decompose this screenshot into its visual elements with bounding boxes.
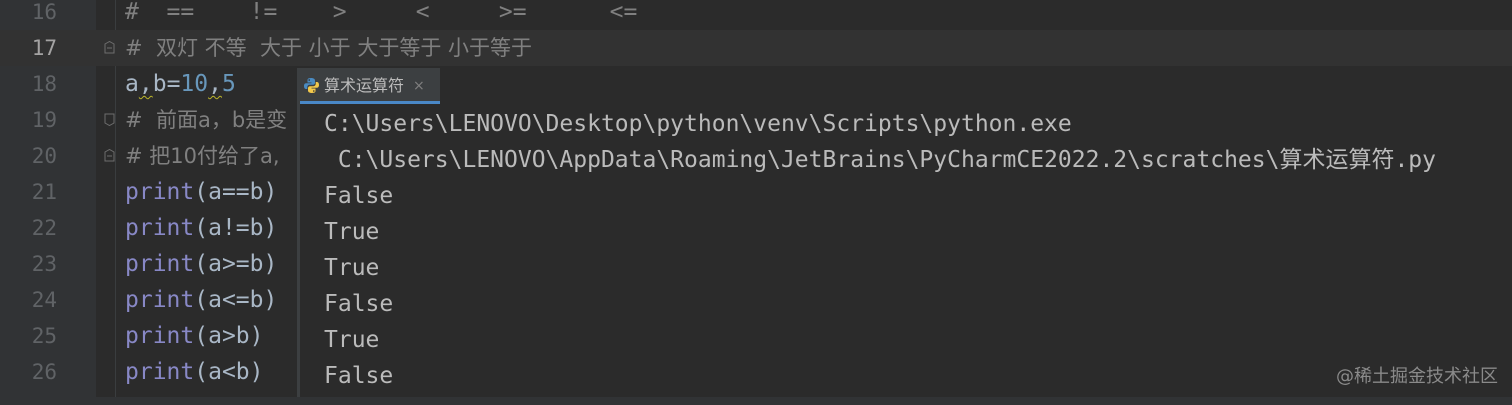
output-line: False xyxy=(324,291,394,317)
code-number: 5 xyxy=(221,71,236,97)
code-print-call: print(a>=b) xyxy=(125,246,277,282)
code-editor[interactable]: 16 # == != > < >= <= 17 # 双灯 不等 大于 小于 大于… xyxy=(0,0,1512,405)
watermark: @稀土掘金技术社区 xyxy=(1336,366,1498,387)
line-number: 19 xyxy=(31,108,57,132)
line-number: 18 xyxy=(31,72,57,96)
code-builtin: print xyxy=(125,251,195,277)
code-print-call: print(a!=b) xyxy=(125,210,277,246)
code-token: b= xyxy=(152,71,181,97)
output-line: True xyxy=(324,255,380,281)
code-token: , xyxy=(208,71,222,97)
popup-header: 算术运算符 × xyxy=(300,68,1512,104)
code-comment: # 双灯 不等 大于 小于 大于等于 小于等于 xyxy=(125,36,532,60)
code-args: (a>b) xyxy=(194,323,264,349)
output-line: False xyxy=(324,183,394,209)
code-builtin: print xyxy=(125,323,195,349)
code-builtin: print xyxy=(125,359,195,385)
code-comment: # 把10付给了a, xyxy=(125,144,280,168)
code-token: , xyxy=(138,71,153,97)
run-tab-label: 算术运算符 xyxy=(324,76,405,95)
code-args: (a<b) xyxy=(194,359,264,385)
fold-marker-icon[interactable] xyxy=(104,149,115,162)
code-line[interactable]: 16 # == != > < >= <= xyxy=(0,0,1512,30)
output-line: True xyxy=(324,327,380,353)
code-args: (a>=b) xyxy=(194,251,278,277)
output-line: True xyxy=(324,219,380,245)
code-args: (a<=b) xyxy=(194,287,278,313)
line-number: 22 xyxy=(31,216,57,240)
code-token: a xyxy=(125,71,139,97)
fold-marker-icon[interactable] xyxy=(104,41,115,54)
code-print-call: print(a==b) xyxy=(125,174,277,210)
code-args: (a==b) xyxy=(194,179,278,205)
output-line: C:\Users\LENOVO\AppData\Roaming\JetBrain… xyxy=(324,147,1436,173)
code-print-call: print(a>b) xyxy=(125,318,264,354)
output-line: C:\Users\LENOVO\Desktop\python\venv\Scri… xyxy=(324,111,1072,137)
code-builtin: print xyxy=(125,179,195,205)
line-number: 16 xyxy=(31,0,57,24)
code-builtin: print xyxy=(125,215,195,241)
line-number: 25 xyxy=(31,324,57,348)
editor-bottom-edge xyxy=(0,397,1512,405)
code-line-current[interactable]: 17 # 双灯 不等 大于 小于 大于等于 小于等于 xyxy=(0,30,1512,66)
line-number: 21 xyxy=(31,180,57,204)
code-builtin: print xyxy=(125,287,195,313)
line-number: 17 xyxy=(31,36,57,60)
code-args: (a!=b) xyxy=(194,215,278,241)
code-comment: # 前面a，b是变 xyxy=(125,108,288,132)
line-number: 24 xyxy=(31,288,57,312)
close-icon[interactable]: × xyxy=(413,68,425,104)
code-number: 10 xyxy=(180,71,209,97)
line-number: 26 xyxy=(31,360,57,384)
line-number: 20 xyxy=(31,144,57,168)
output-line: False xyxy=(324,363,394,389)
python-icon xyxy=(304,78,319,93)
code-print-call: print(a<=b) xyxy=(125,282,277,318)
code-comment: # == != > < >= <= xyxy=(125,0,638,25)
run-tab[interactable]: 算术运算符 × xyxy=(300,68,440,104)
code-print-call: print(a<b) xyxy=(125,354,264,390)
line-number: 23 xyxy=(31,252,57,276)
fold-marker-icon[interactable] xyxy=(104,113,115,126)
run-output-popup[interactable]: 算术运算符 × C:\Users\LENOVO\Desktop\python\v… xyxy=(297,68,1512,397)
code-assignment: a,b=10,5 xyxy=(125,66,236,102)
